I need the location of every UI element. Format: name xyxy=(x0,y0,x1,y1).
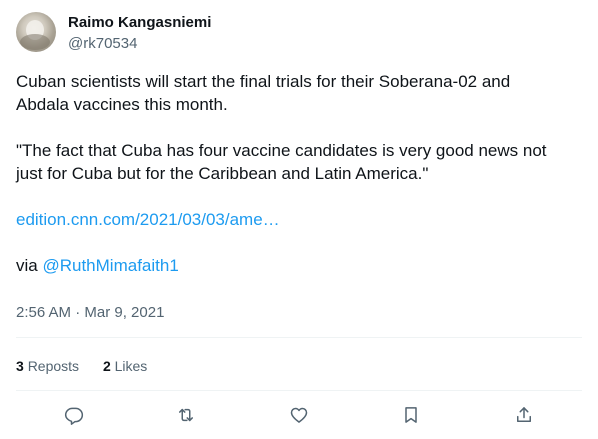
author-handle[interactable]: @rk70534 xyxy=(68,34,137,54)
avatar[interactable] xyxy=(16,12,56,52)
like-icon xyxy=(290,407,308,423)
reply-button[interactable] xyxy=(59,400,89,430)
tweet-text-line: Abdala vaccines this month. xyxy=(16,95,228,114)
divider xyxy=(16,337,582,338)
bookmark-button[interactable] xyxy=(396,400,426,430)
tweet-text-line: Cuban scientists will start the final tr… xyxy=(16,72,511,91)
via-prefix: via xyxy=(16,256,43,275)
author-name[interactable]: Raimo Kangasniemi xyxy=(68,13,211,33)
reposts-label: Reposts xyxy=(27,358,80,374)
avatar-shadow xyxy=(20,34,50,50)
tweet-detail: Raimo Kangasniemi @rk70534 Cuban scienti… xyxy=(0,0,598,439)
article-link[interactable]: edition.cnn.com/2021/03/03/ame… xyxy=(16,210,280,229)
likes-count: 2 xyxy=(102,358,111,374)
reposts-count: 3 xyxy=(16,358,24,374)
share-icon xyxy=(517,407,531,422)
reposts-stat[interactable]: 3 Reposts xyxy=(16,357,79,375)
tweet-timestamp[interactable]: 2:56 AM · Mar 9, 2021 xyxy=(16,303,164,323)
tweet-text: Cuban scientists will start the final tr… xyxy=(16,70,582,277)
tweet-text-line: just for Cuba but for the Caribbean and … xyxy=(16,164,429,183)
repost-icon xyxy=(179,408,193,422)
like-button[interactable] xyxy=(284,400,314,430)
bookmark-icon xyxy=(405,407,417,423)
mention-link[interactable]: @RuthMimafaith1 xyxy=(42,256,178,275)
tweet-text-line: "The fact that Cuba has four vaccine can… xyxy=(16,141,547,160)
engagement-stats: 3 Reposts 2 Likes xyxy=(16,357,167,375)
repost-button[interactable] xyxy=(171,400,201,430)
share-button[interactable] xyxy=(509,400,539,430)
divider xyxy=(16,390,582,391)
reply-icon xyxy=(64,407,84,425)
likes-stat[interactable]: 2 Likes xyxy=(103,357,147,375)
action-bar xyxy=(16,400,582,430)
likes-label: Likes xyxy=(114,358,148,374)
